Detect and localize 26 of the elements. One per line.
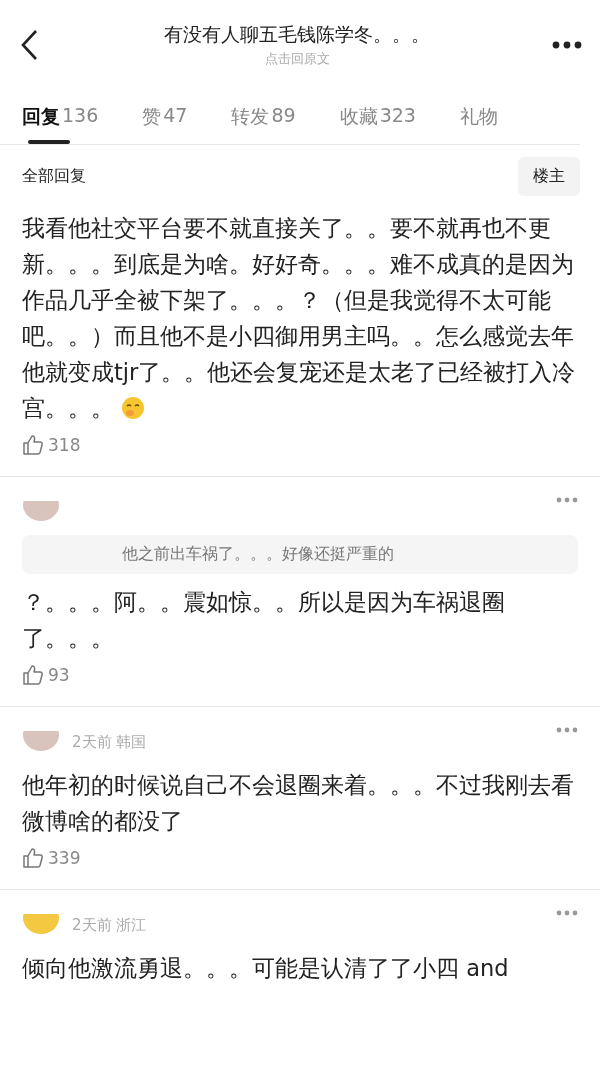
quoted-reply: 他之前出车祸了。。。好像还挺严重的: [22, 535, 578, 574]
comment-text: 倾向他激流勇退。。。可能是认清了了小四 and: [22, 954, 510, 983]
like-icon[interactable]: [22, 847, 44, 869]
tab[interactable]: 赞47: [142, 100, 188, 144]
tab[interactable]: 回复 136: [22, 100, 99, 144]
like-count: 318: [48, 435, 81, 455]
comment-text: 他年初的时候说自己不会退圈来着。。。不过我刚去看微博啥的都没了: [22, 771, 575, 836]
comment-meta: 2天前 浙江: [72, 915, 147, 935]
avatar[interactable]: [22, 731, 60, 753]
post-title: 有没有人聊五毛钱陈学冬。。。: [164, 22, 430, 47]
comment-text: ？。。。阿。。震如惊。。所以是因为车祸退圈了。。。: [22, 588, 506, 653]
avatar[interactable]: [22, 914, 60, 936]
comment-text: 我看他社交平台要不就直接关了。。要不就再也不更新。。。到底是为啥。好好奇。。。难不成真的是因为作品几乎全被下架了。。。？（但是我觉得不太可能吧。。）而且他不是小四御用男主吗。。怎么感觉去年他就变成tjr了。。他还会复宠还是太老了已经被打入冷宫。。。: [22, 214, 577, 423]
tab[interactable]: 转发 89: [231, 100, 296, 144]
section-label: 全部回复: [22, 166, 86, 187]
tab[interactable]: 收藏 323: [339, 100, 416, 144]
comment-meta: 2天前 韩国: [72, 732, 147, 752]
like-count: 93: [48, 665, 70, 685]
more-icon[interactable]: [552, 41, 582, 49]
like-icon[interactable]: [22, 434, 44, 456]
op-filter-button[interactable]: 楼主: [518, 157, 580, 196]
back-to-post-link[interactable]: 点击回原文: [264, 50, 330, 68]
like-icon[interactable]: [22, 664, 44, 686]
tab[interactable]: 礼物: [459, 100, 498, 144]
like-count: 339: [48, 848, 81, 868]
avatar[interactable]: [22, 501, 60, 523]
